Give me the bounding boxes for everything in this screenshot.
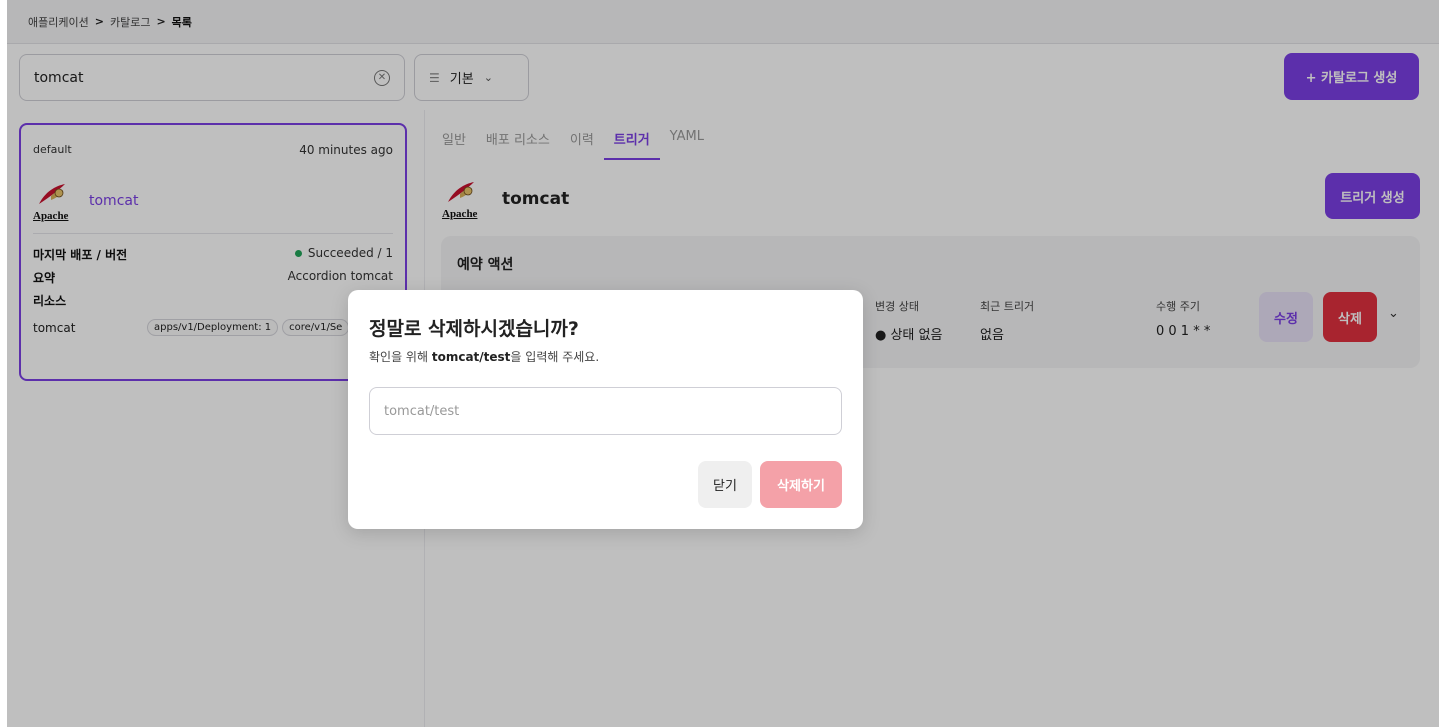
confirm-delete-button[interactable]: 삭제하기 <box>760 461 842 508</box>
dialog-desc-suffix: 을 입력해 주세요. <box>510 350 600 364</box>
dialog-title: 정말로 삭제하시겠습니까? <box>369 318 579 340</box>
close-button[interactable]: 닫기 <box>698 461 752 508</box>
confirm-input-placeholder: tomcat/test <box>384 403 460 419</box>
app-root: 애플리케이션 > 카탈로그 > 목록 tomcat ✕ ☰ 기본 ⌄ + 카탈로… <box>0 0 1439 727</box>
dialog-desc-prefix: 확인을 위해 <box>369 350 432 364</box>
confirm-name-input[interactable]: tomcat/test <box>369 387 842 435</box>
dialog-desc-target: tomcat/test <box>431 350 511 364</box>
left-gutter <box>0 0 7 727</box>
dialog-description: 확인을 위해 tomcat/test을 입력해 주세요. <box>369 348 599 365</box>
delete-confirm-dialog: 정말로 삭제하시겠습니까? 확인을 위해 tomcat/test을 입력해 주세… <box>348 290 863 529</box>
